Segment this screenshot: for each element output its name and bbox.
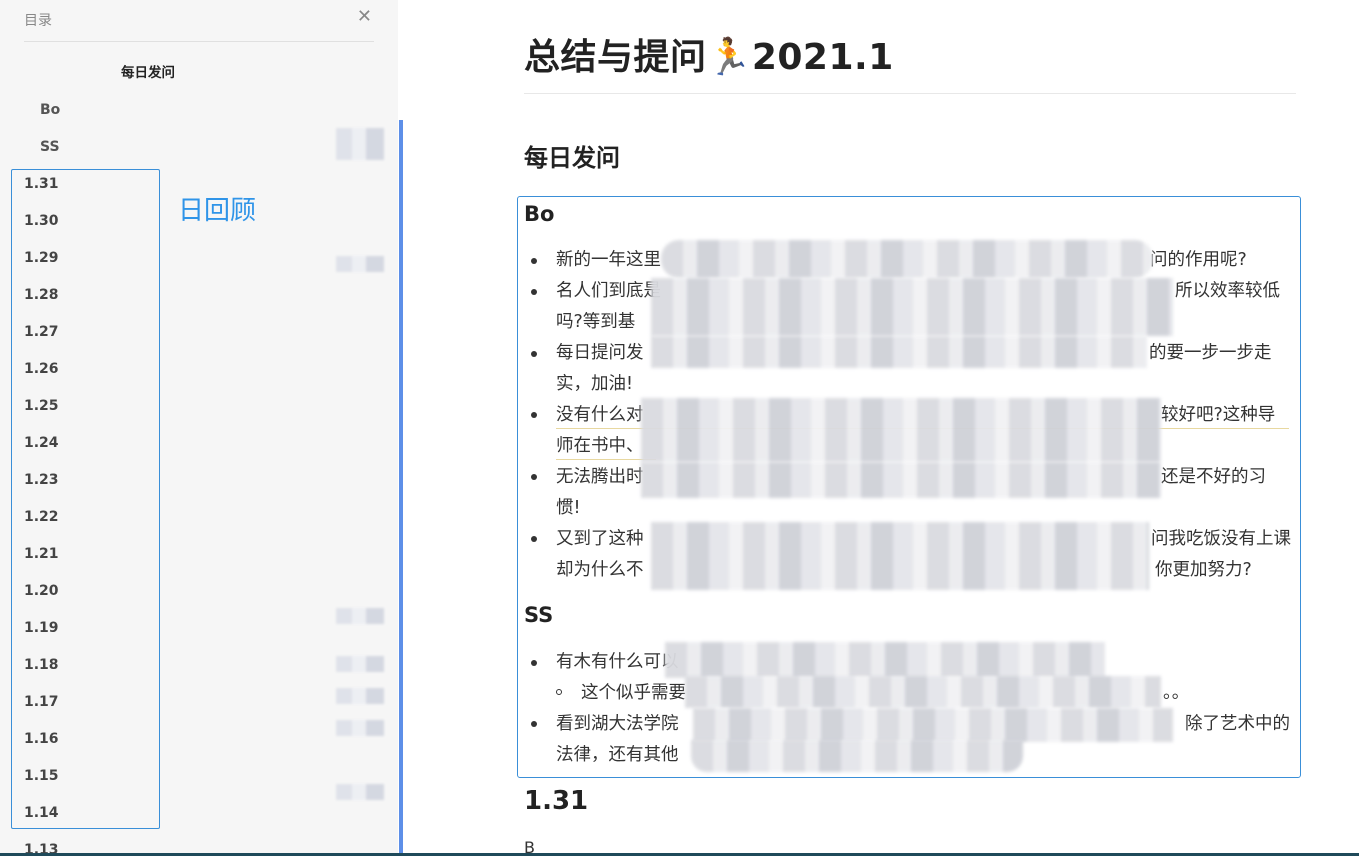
redacted-block (661, 240, 1153, 278)
redacted-block (665, 642, 1105, 678)
toc-sidebar: 目录 ✕ 每日发问 Bo SS 日回顾 1.31 1.30 1.29 1.28 … (0, 0, 398, 856)
toc-item-date[interactable]: 1.30 (24, 211, 59, 231)
list-item-text: 惯! (556, 498, 581, 518)
document-content: 总结与提问🏃2021.1 每日发问 Bo 新的一年这里 问的作用呢? 名人们到底… (403, 0, 1359, 856)
list-item-text: 新的一年这里 (556, 250, 661, 270)
toc-item-date[interactable]: 1.16 (24, 729, 59, 749)
toc-item-date[interactable]: 1.14 (24, 803, 59, 823)
toc-item-date[interactable]: 1.20 (24, 581, 59, 601)
list-item-text: 除了艺术中的 (1185, 714, 1290, 734)
toc-header: 目录 ✕ (24, 0, 374, 42)
redacted-block (641, 462, 1161, 498)
redacted-block (691, 740, 1023, 772)
subheading-ss: SS (524, 603, 554, 627)
bullet (531, 289, 537, 295)
list-item-text: 问我吃饭没有上课 (1151, 529, 1291, 549)
page-title: 总结与提问🏃2021.1 (524, 37, 894, 78)
list-item-text: 没有什么对 (556, 405, 644, 425)
bullet (531, 351, 537, 357)
list-item-text: 问的作用呢? (1150, 250, 1247, 270)
list-item-text: 的要一步一步走 (1149, 343, 1272, 363)
toc-item-date[interactable]: 1.21 (24, 544, 59, 564)
redacted-block (336, 128, 384, 160)
bullet (531, 258, 537, 264)
redacted-block (651, 522, 1149, 590)
toc-item-date[interactable]: 1.23 (24, 470, 59, 490)
list-item-text: 名人们到底是 (556, 281, 661, 301)
toc-item-ss[interactable]: SS (40, 137, 60, 157)
list-item-text: 吗?等到基 (556, 312, 636, 332)
list-item-text: 还是不好的习 (1161, 467, 1266, 487)
bullet (531, 474, 537, 480)
list-item-text: 实，加油! (556, 374, 634, 394)
redacted-block (336, 656, 384, 672)
redacted-block (693, 708, 1173, 742)
sub-bullet (556, 689, 562, 695)
toc-item-date[interactable]: 1.18 (24, 655, 59, 675)
toc-item-date[interactable]: 1.19 (24, 618, 59, 638)
list-item-text: 却为什么不 (556, 560, 644, 580)
redacted-block (641, 398, 1161, 462)
toc-item-date[interactable]: 1.29 (24, 248, 59, 268)
redacted-block (336, 256, 384, 272)
list-item-text: 。。 (1163, 683, 1190, 703)
list-item-text: 这个似乎需要 (581, 683, 686, 703)
toc-item-daily-questions[interactable]: 每日发问 (121, 63, 175, 83)
list-item-text: 又到了这种 (556, 529, 644, 549)
redacted-block (336, 688, 384, 704)
redacted-block (336, 608, 384, 624)
list-item-text: 有木有什么可以 (556, 652, 679, 672)
subheading-bo: Bo (524, 202, 555, 226)
toc-item-date[interactable]: 1.31 (24, 174, 59, 194)
list-item-text: 无法腾出时 (556, 467, 644, 487)
date-heading: 1.31 (524, 786, 589, 816)
bullet (531, 536, 537, 542)
list-item-text: 较好吧?这种导 (1161, 405, 1276, 425)
toc-item-date[interactable]: 1.22 (24, 507, 59, 527)
list-item-text: 看到湖大法学院 (556, 714, 679, 734)
toc-item-date[interactable]: 1.24 (24, 433, 59, 453)
toc-item-date[interactable]: 1.17 (24, 692, 59, 712)
toc-item-date[interactable]: 1.26 (24, 359, 59, 379)
toc-item-bo[interactable]: Bo (40, 100, 60, 120)
section-heading: 每日发问 (524, 144, 620, 172)
redacted-block (336, 720, 384, 736)
bullet (531, 721, 537, 727)
list-item-text: 每日提问发 (556, 343, 644, 363)
day-review-annotation: 日回顾 (178, 196, 257, 226)
list-item-text: 法律，还有其他 (556, 745, 679, 765)
toc-item-date[interactable]: 1.27 (24, 322, 59, 342)
redacted-block (685, 676, 1161, 708)
close-icon[interactable]: ✕ (357, 6, 372, 27)
redacted-block (651, 336, 1147, 368)
toc-item-date[interactable]: 1.15 (24, 766, 59, 786)
redacted-block (651, 278, 1173, 336)
title-divider (524, 93, 1296, 94)
toc-item-date[interactable]: 1.25 (24, 396, 59, 416)
toc-item-date[interactable]: 1.28 (24, 285, 59, 305)
toc-title: 目录 (24, 13, 52, 29)
list-item-text: 师在书中、 (556, 436, 644, 456)
redacted-block (336, 784, 384, 800)
list-item-text: 所以效率较低 (1175, 281, 1280, 301)
bullet (531, 412, 537, 418)
list-item-text: 你更加努力? (1155, 560, 1252, 580)
bullet (531, 660, 537, 666)
